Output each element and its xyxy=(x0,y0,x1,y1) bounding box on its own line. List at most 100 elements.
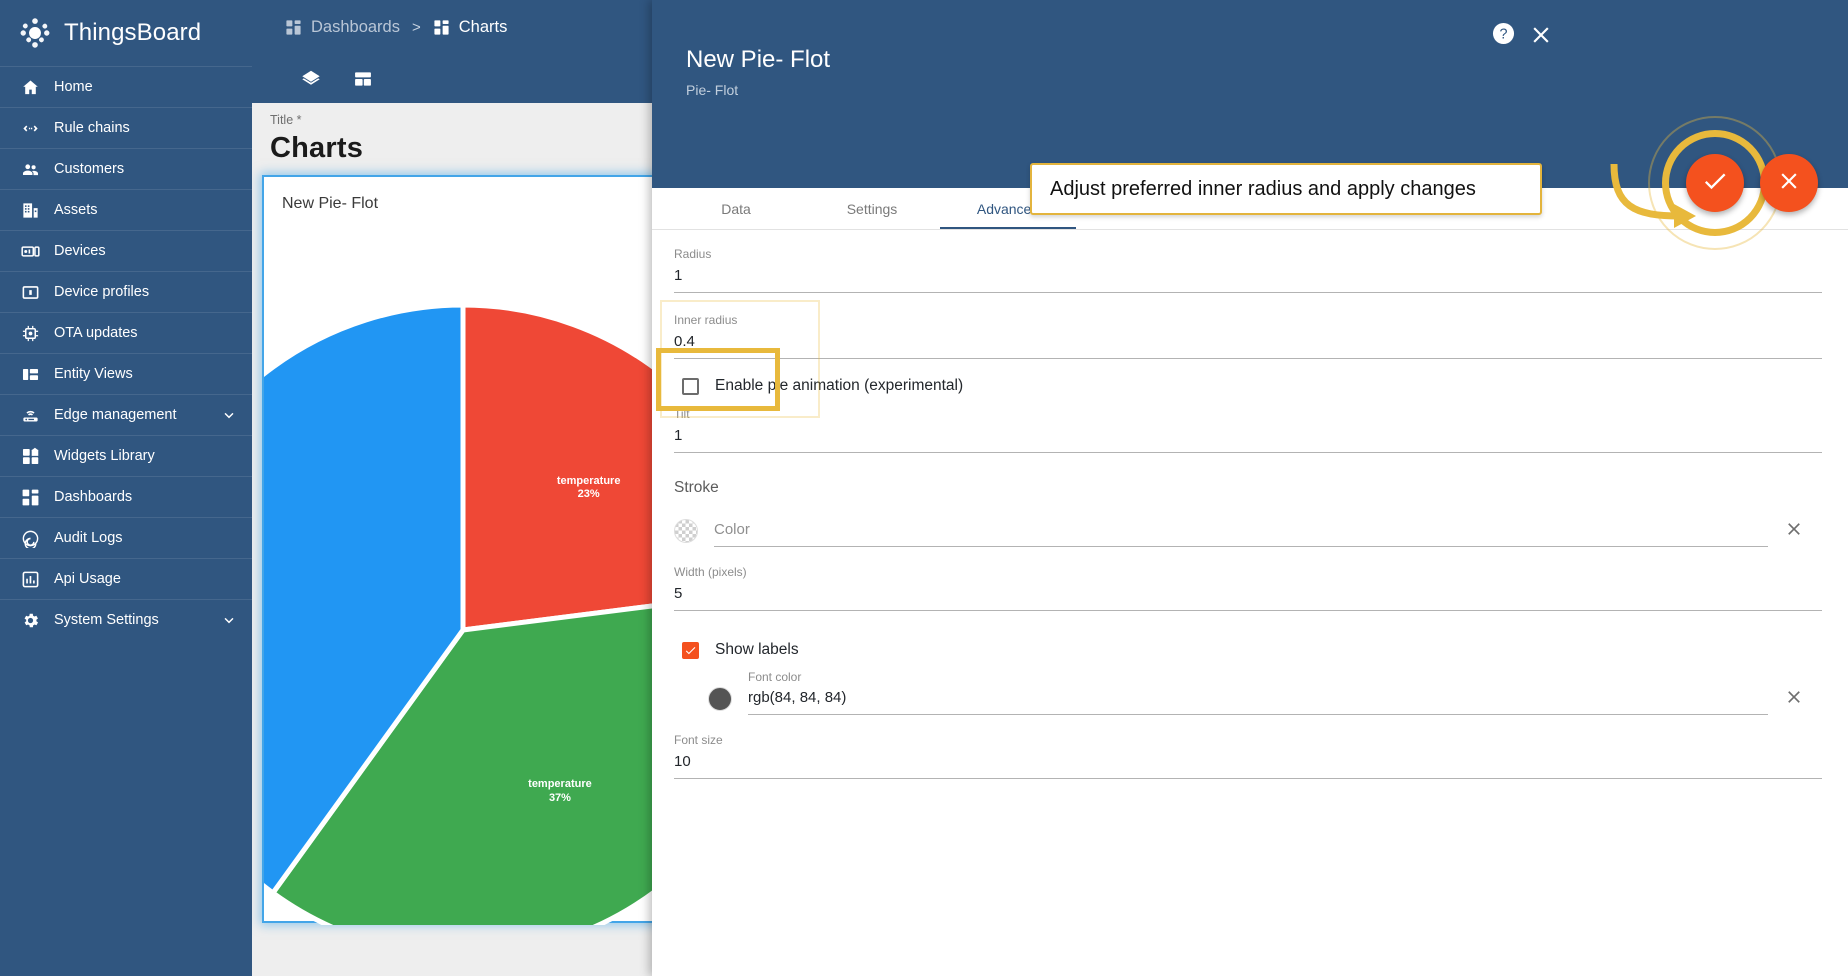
thingsboard-logo-icon xyxy=(18,16,52,50)
dashboard-title-value: Charts xyxy=(270,132,660,165)
stroke-width-input[interactable]: 5 xyxy=(674,581,1822,611)
inner-radius-input[interactable]: 0.4 xyxy=(674,329,1822,359)
sidebar-item-api-usage[interactable]: Api Usage xyxy=(0,558,252,599)
radius-label: Radius xyxy=(674,245,1822,263)
stroke-color-row[interactable]: Color xyxy=(674,517,1822,547)
breadcrumb-label: Dashboards xyxy=(311,18,400,37)
sidebar-nav: Home Rule chains Customers Assets Devices Dev… xyxy=(0,66,252,640)
dashboard-layout-icon[interactable] xyxy=(344,60,382,98)
sidebar-item-label: OTA updates xyxy=(54,325,238,341)
font-size-field[interactable]: Font size 10 xyxy=(674,731,1822,779)
tab-data[interactable]: Data xyxy=(668,188,804,229)
font-color-clear-icon[interactable] xyxy=(1784,687,1810,713)
font-size-input[interactable]: 10 xyxy=(674,749,1822,779)
sidebar-item-ota-updates[interactable]: OTA updates xyxy=(0,312,252,353)
tab-settings[interactable]: Settings xyxy=(804,188,940,229)
stroke-color-input[interactable]: Color xyxy=(714,517,1768,547)
pie-slice xyxy=(463,305,662,630)
sidebar-item-rule-chains[interactable]: Rule chains xyxy=(0,107,252,148)
widget-card[interactable]: New Pie- Flot temperature23%temperature3… xyxy=(262,175,660,923)
cancel-button[interactable] xyxy=(1760,154,1818,212)
sidebar-item-label: Audit Logs xyxy=(54,530,238,546)
sidebar-item-label: Widgets Library xyxy=(54,448,238,464)
dashboard-title-label: Title * xyxy=(270,113,660,127)
pie-slice-label: temperature37% xyxy=(500,778,620,806)
pie-animation-checkbox-row[interactable]: Enable pie animation (experimental) xyxy=(682,377,1822,395)
brand-logo[interactable]: ThingsBoard xyxy=(0,0,252,66)
sidebar-item-home[interactable]: Home xyxy=(0,66,252,107)
tab-label: Data xyxy=(721,201,751,217)
sidebar-item-audit-logs[interactable]: Audit Logs xyxy=(0,517,252,558)
close-icon[interactable] xyxy=(1528,22,1554,48)
chevron-down-icon[interactable] xyxy=(220,406,238,424)
sidebar-item-label: Dashboards xyxy=(54,489,238,505)
sidebar-item-assets[interactable]: Assets xyxy=(0,189,252,230)
sidebar-item-label: Customers xyxy=(54,161,238,177)
apply-button[interactable] xyxy=(1686,154,1744,212)
stroke-section-title: Stroke xyxy=(674,479,1822,497)
sidebar-item-edge-management[interactable]: Edge management xyxy=(0,394,252,435)
widget-title: New Pie- Flot xyxy=(264,177,658,213)
breadcrumb-item-dashboards[interactable]: Dashboards xyxy=(285,18,400,37)
sidebar-item-label: Edge management xyxy=(54,407,206,423)
stroke-width-label: Width (pixels) xyxy=(674,563,1822,581)
breadcrumb-item-charts[interactable]: Charts xyxy=(433,18,508,37)
font-color-row[interactable]: Font color rgb(84, 84, 84) xyxy=(708,669,1822,715)
dashboards-icon xyxy=(20,487,40,507)
ota-updates-icon xyxy=(20,323,40,343)
font-color-input[interactable]: rgb(84, 84, 84) xyxy=(748,685,1768,715)
stroke-width-field[interactable]: Width (pixels) 5 xyxy=(674,563,1822,611)
sidebar-item-label: Device profiles xyxy=(54,284,238,300)
sidebar-item-dashboards[interactable]: Dashboards xyxy=(0,476,252,517)
sidebar-item-label: Rule chains xyxy=(54,120,238,136)
font-size-label: Font size xyxy=(674,731,1822,749)
stroke-color-clear-icon[interactable] xyxy=(1784,519,1810,545)
dashboards-icon xyxy=(433,19,450,36)
font-color-label: Font color xyxy=(748,669,1768,685)
sidebar-item-customers[interactable]: Customers xyxy=(0,148,252,189)
assets-icon xyxy=(20,200,40,220)
radius-field[interactable]: Radius 1 xyxy=(674,245,1822,293)
show-labels-checkbox-row[interactable]: Show labels xyxy=(682,641,1822,659)
sidebar-item-label: Devices xyxy=(54,243,238,259)
sidebar-item-system-settings[interactable]: System Settings xyxy=(0,599,252,640)
pie-chart-svg xyxy=(264,225,662,925)
sidebar-item-widgets-library[interactable]: Widgets Library xyxy=(0,435,252,476)
widget-config-body: Radius 1 Inner radius 0.4 Enable pie ani… xyxy=(652,231,1848,976)
sidebar-item-label: Api Usage xyxy=(54,571,238,587)
stroke-color-field[interactable]: Color xyxy=(714,517,1768,547)
sidebar-item-device-profiles[interactable]: Device profiles xyxy=(0,271,252,312)
brand-name: ThingsBoard xyxy=(64,19,201,47)
tab-label: Settings xyxy=(847,201,898,217)
sidebar-item-devices[interactable]: Devices xyxy=(0,230,252,271)
stroke-color-swatch[interactable] xyxy=(674,519,698,543)
pie-slice-label-name: temperature xyxy=(528,778,592,790)
sidebar: ThingsBoard Home Rule chains Customers Asse… xyxy=(0,0,252,976)
pie-slice-label-value: 23% xyxy=(578,488,600,500)
dashboards-icon xyxy=(285,19,302,36)
layers-icon[interactable] xyxy=(292,60,330,98)
inner-radius-label: Inner radius xyxy=(674,311,1822,329)
breadcrumb-separator: > xyxy=(412,19,421,36)
show-labels-checkbox[interactable] xyxy=(682,642,699,659)
app-root: ThingsBoard Home Rule chains Customers Asse… xyxy=(0,0,1848,976)
pie-chart: temperature23%temperature37% xyxy=(264,225,658,925)
pie-slice-label: temperature23% xyxy=(529,475,649,503)
system-settings-icon xyxy=(20,610,40,630)
font-color-swatch[interactable] xyxy=(708,687,732,711)
dashboard-title-field[interactable]: Title * Charts xyxy=(252,103,660,165)
breadcrumb: Dashboards > Charts xyxy=(285,18,507,37)
pie-animation-checkbox[interactable] xyxy=(682,378,699,395)
radius-input[interactable]: 1 xyxy=(674,263,1822,293)
tilt-field[interactable]: Tilt 1 xyxy=(674,405,1822,453)
devices-icon xyxy=(20,241,40,261)
font-color-field[interactable]: Font color rgb(84, 84, 84) xyxy=(748,669,1768,715)
help-icon[interactable]: ? xyxy=(1492,22,1515,45)
sidebar-item-label: Home xyxy=(54,79,238,95)
sidebar-item-entity-views[interactable]: Entity Views xyxy=(0,353,252,394)
tilt-input[interactable]: 1 xyxy=(674,423,1822,453)
chevron-down-icon[interactable] xyxy=(220,611,238,629)
inner-radius-field[interactable]: Inner radius 0.4 xyxy=(674,311,1822,359)
widget-config-subtitle: Pie- Flot xyxy=(686,82,738,98)
dashboard-canvas: Title * Charts New Pie- Flot temperature… xyxy=(252,103,660,976)
